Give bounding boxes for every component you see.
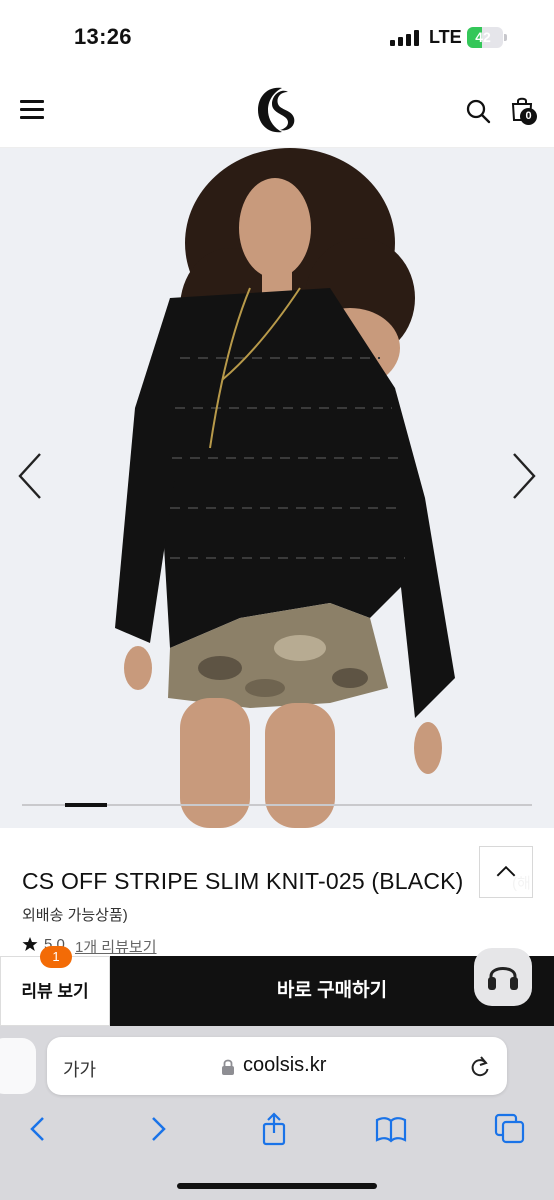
lock-icon [222,1059,234,1075]
scroll-to-top-button[interactable] [479,846,533,898]
cs-logo[interactable] [252,82,302,138]
purchase-action-bar: 리뷰 보기 1 바로 구매하기 [0,946,554,1026]
carousel-next-arrow-icon[interactable] [504,448,544,504]
carousel-prev-arrow-icon[interactable] [12,448,52,504]
forward-arrow-icon[interactable] [140,1112,174,1146]
shopping-bag-button[interactable]: 0 [510,96,538,126]
product-subtitle: 외배송 가능상품) [22,907,128,924]
carousel-progress-indicator [64,803,107,807]
search-icon[interactable] [465,98,491,124]
view-reviews-label: 리뷰 보기 [21,982,89,1001]
review-link[interactable]: 1개 리뷰보기 [75,936,157,957]
chevron-up-icon [496,865,516,877]
address-bar[interactable]: 가가 coolsis.kr [47,1037,507,1095]
cart-count-badge: 0 [520,108,537,125]
url-text: coolsis.kr [243,1054,327,1076]
browser-address-area: 가가 coolsis.kr [0,1026,554,1106]
product-info: CS OFF STRIPE SLIM KNIT-025 (BLACK) (해 외… [0,828,554,956]
status-bar: 13:26 LTE 42 [0,0,554,72]
hamburger-menu-icon[interactable] [20,98,46,120]
home-indicator [177,1183,377,1189]
customer-support-button[interactable] [474,948,532,1006]
product-photo [0,148,554,828]
battery-percent: 42 [475,29,491,45]
bookmarks-book-icon[interactable] [374,1112,408,1146]
headset-icon [488,967,518,990]
back-arrow-icon[interactable] [22,1112,56,1146]
cellular-signal-icon [390,30,420,46]
review-count-badge: 1 [40,946,72,968]
share-icon[interactable] [257,1112,291,1146]
battery-icon: 42 [467,27,507,48]
previous-tab-preview[interactable] [0,1038,36,1094]
star-icon [22,937,38,951]
status-time: 13:26 [74,24,132,49]
product-image-carousel[interactable] [0,148,554,828]
site-header: 0 [0,72,554,200]
product-title: CS OFF STRIPE SLIM KNIT-025 (BLACK) [22,868,464,894]
page-settings-button[interactable]: 가가 [63,1056,96,1082]
reload-icon[interactable] [469,1054,491,1078]
tabs-icon[interactable] [493,1112,527,1146]
browser-toolbar [0,1106,554,1200]
network-type: LTE [429,27,462,47]
